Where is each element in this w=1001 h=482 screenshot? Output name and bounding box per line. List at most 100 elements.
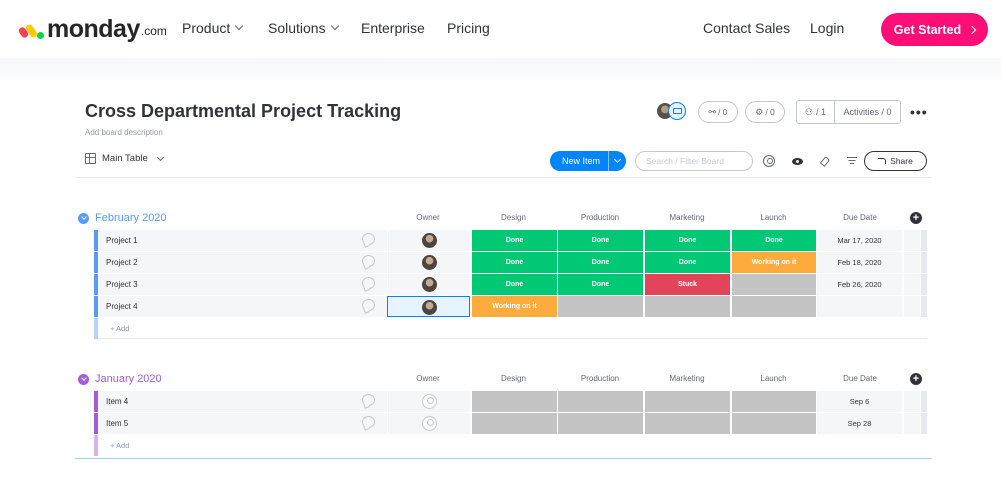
owner-cell[interactable] (387, 296, 470, 317)
column-header-production[interactable]: Production (557, 213, 643, 222)
column-header-design[interactable]: Design (471, 374, 556, 383)
status-cell[interactable] (471, 391, 557, 412)
item-name[interactable]: Item 5 (98, 413, 391, 434)
status-cell[interactable] (731, 274, 816, 295)
group-header-february[interactable]: February 2020 (78, 211, 167, 225)
nav-product[interactable]: Product (182, 20, 244, 36)
view-selector[interactable]: Main Table (85, 153, 164, 164)
integrations-button[interactable]: ⚯/ 0 (698, 101, 738, 123)
search-input[interactable]: Search / Filter Board (635, 151, 753, 171)
owner-cell[interactable] (387, 274, 470, 295)
more-options-icon[interactable]: ••• (910, 104, 928, 120)
owner-cell[interactable] (387, 230, 470, 251)
status-cell[interactable] (644, 391, 730, 412)
updates-bubble-icon[interactable] (362, 233, 375, 245)
status-cell[interactable] (731, 413, 816, 434)
status-cell[interactable]: Done (471, 230, 557, 251)
table-row[interactable]: Project 1 Done Done Done Done Mar 17, 2020 (94, 230, 927, 251)
monday-logo[interactable]: monday .com (17, 12, 167, 46)
activities-button[interactable]: Activities / 0 (835, 107, 900, 117)
board-description[interactable]: Add board description (85, 128, 163, 137)
owner-cell[interactable] (387, 391, 470, 412)
nav-enterprise[interactable]: Enterprise (361, 20, 425, 36)
status-cell[interactable] (731, 391, 816, 412)
status-cell[interactable]: Done (557, 230, 643, 251)
status-cell[interactable] (731, 296, 816, 317)
status-cell[interactable] (644, 413, 730, 434)
automations-button[interactable]: ⚙/ 0 (745, 101, 785, 123)
person-filter-icon[interactable] (762, 154, 776, 168)
owner-cell[interactable] (387, 252, 470, 273)
column-header-marketing[interactable]: Marketing (644, 213, 730, 222)
nav-solutions[interactable]: Solutions (268, 20, 339, 36)
status-cell[interactable]: Done (557, 274, 643, 295)
status-cell[interactable] (557, 391, 643, 412)
column-header-owner[interactable]: Owner (387, 213, 469, 222)
column-header-due-date[interactable]: Due Date (817, 374, 903, 383)
status-cell[interactable] (557, 296, 643, 317)
status-cell[interactable]: Done (471, 252, 557, 273)
due-date-cell[interactable]: Sep 6 (816, 391, 902, 412)
table-row[interactable]: Item 4 Sep 6 (94, 391, 927, 412)
nav-pricing[interactable]: Pricing (447, 20, 490, 36)
column-header-launch[interactable]: Launch (731, 213, 816, 222)
status-cell[interactable] (471, 413, 557, 434)
board-title[interactable]: Cross Departmental Project Tracking (85, 101, 401, 122)
column-header-marketing[interactable]: Marketing (644, 374, 730, 383)
due-date-cell[interactable]: Sep 28 (816, 413, 902, 434)
status-cell[interactable]: Done (644, 252, 730, 273)
table-row[interactable]: Project 2 Done Done Done Working on it Feb 18… (94, 252, 927, 273)
updates-bubble-icon[interactable] (362, 416, 375, 428)
column-header-owner[interactable]: Owner (387, 374, 469, 383)
due-date-cell[interactable]: Feb 18, 2020 (816, 252, 902, 273)
status-cell[interactable]: Working on it (731, 252, 816, 273)
item-name[interactable]: Item 4 (98, 391, 391, 412)
status-cell[interactable]: Done (471, 274, 557, 295)
board-avatars[interactable] (656, 102, 690, 120)
status-cell[interactable]: Done (731, 230, 816, 251)
due-date-cell[interactable] (816, 296, 902, 317)
new-item-dropdown[interactable] (608, 151, 626, 171)
column-header-due-date[interactable]: Due Date (817, 213, 903, 222)
due-date-cell[interactable]: Feb 26, 2020 (816, 274, 902, 295)
status-cell[interactable]: Stuck (644, 274, 730, 295)
collapse-icon[interactable] (78, 212, 89, 224)
table-row[interactable]: Project 3 Done Done Stuck Feb 26, 2020 (94, 274, 927, 295)
collapse-icon[interactable] (78, 373, 89, 385)
hide-columns-icon[interactable] (790, 154, 804, 168)
table-row[interactable]: Project 4 Working on it (94, 296, 927, 317)
status-cell[interactable] (557, 413, 643, 434)
column-header-production[interactable]: Production (557, 374, 643, 383)
filter-icon[interactable] (845, 154, 859, 168)
updates-bubble-icon[interactable] (362, 277, 375, 289)
group-title[interactable]: January 2020 (95, 373, 162, 385)
nav-login[interactable]: Login (810, 20, 844, 36)
column-header-launch[interactable]: Launch (731, 374, 816, 383)
members-button[interactable]: ⚇/ 1 (797, 101, 835, 123)
status-cell[interactable] (644, 296, 730, 317)
add-item-row[interactable]: + Add (94, 435, 927, 456)
table-row[interactable]: Item 5 Sep 28 (94, 413, 927, 434)
column-header-design[interactable]: Design (471, 213, 556, 222)
add-column-icon[interactable]: + (910, 212, 922, 224)
share-button[interactable]: Share (864, 151, 927, 171)
nav-contact-sales[interactable]: Contact Sales (703, 20, 790, 36)
add-column-icon[interactable]: + (910, 373, 922, 385)
group-title[interactable]: February 2020 (95, 212, 167, 224)
get-started-button[interactable]: Get Started (881, 13, 988, 46)
updates-bubble-icon[interactable] (362, 394, 375, 406)
due-date-cell[interactable]: Mar 17, 2020 (816, 230, 902, 251)
add-item-row[interactable]: + Add (94, 318, 927, 339)
item-name[interactable]: Project 3 (98, 274, 391, 295)
updates-bubble-icon[interactable] (362, 255, 375, 267)
item-name[interactable]: Project 1 (98, 230, 391, 251)
item-name[interactable]: Project 2 (98, 252, 391, 273)
status-cell[interactable]: Done (644, 230, 730, 251)
item-name[interactable]: Project 4 (98, 296, 391, 317)
group-header-january[interactable]: January 2020 (78, 372, 162, 386)
updates-bubble-icon[interactable] (362, 299, 375, 311)
pin-icon[interactable] (818, 154, 832, 168)
status-cell[interactable]: Done (557, 252, 643, 273)
owner-cell[interactable] (387, 413, 470, 434)
status-cell[interactable]: Working on it (471, 296, 557, 317)
